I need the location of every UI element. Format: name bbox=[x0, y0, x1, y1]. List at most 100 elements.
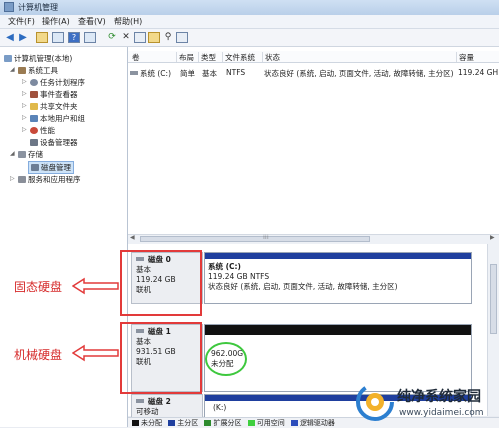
hdd-highlight-box bbox=[120, 322, 202, 394]
column-status[interactable]: 状态 bbox=[262, 52, 280, 62]
users-icon bbox=[30, 115, 38, 122]
check-disk-icon[interactable] bbox=[134, 32, 146, 43]
unallocated-band bbox=[205, 325, 471, 335]
expand-toggle[interactable]: ▷ bbox=[22, 114, 27, 121]
legend-swatch-extended bbox=[204, 420, 212, 426]
services-icon bbox=[18, 176, 26, 183]
legend-primary: 主分区 bbox=[177, 419, 199, 427]
scrollbar-thumb[interactable] bbox=[490, 264, 497, 334]
watermark-text: 纯净系统家园 bbox=[397, 389, 481, 405]
expand-toggle[interactable]: ▷ bbox=[10, 175, 15, 182]
performance-icon bbox=[30, 127, 38, 134]
column-capacity[interactable]: 容量 bbox=[456, 52, 474, 62]
storage-icon bbox=[18, 151, 26, 158]
disk-2-info[interactable]: 磁盘 2 可移动 bbox=[131, 394, 203, 418]
menu-file[interactable]: 文件(F) bbox=[8, 16, 35, 27]
properties-icon[interactable] bbox=[84, 32, 96, 43]
scroll-right-icon[interactable]: ▶ bbox=[490, 234, 495, 241]
volume-list: 卷 布局 类型 文件系统 状态 容量 系统 (C:) 简单 基本 NTFS 状态… bbox=[128, 47, 499, 242]
disk-icon bbox=[136, 399, 144, 403]
event-log-icon bbox=[30, 91, 38, 98]
tree-item-device-manager[interactable]: 设备管理器 bbox=[30, 137, 78, 148]
column-volume[interactable]: 卷 bbox=[130, 52, 140, 62]
volume-filesystem: NTFS bbox=[226, 68, 246, 77]
tree-item-performance[interactable]: 性能 bbox=[30, 125, 55, 136]
up-folder-icon[interactable] bbox=[36, 32, 48, 43]
device-manager-icon bbox=[30, 139, 38, 146]
partition-c-title: 系统 (C:) bbox=[208, 262, 241, 271]
volume-capacity: 119.24 GH bbox=[458, 68, 499, 77]
open-icon[interactable] bbox=[148, 32, 160, 43]
menu-bar: 文件(F) 操作(A) 查看(V) 帮助(H) bbox=[0, 15, 499, 29]
legend-logical: 逻辑驱动器 bbox=[299, 419, 335, 427]
watermark-url: www.yidaimei.com bbox=[399, 408, 484, 418]
expand-toggle[interactable]: ▷ bbox=[22, 102, 27, 109]
expand-toggle[interactable]: ▷ bbox=[22, 90, 27, 97]
tree-item-system-tools[interactable]: 系统工具 bbox=[18, 65, 58, 76]
delete-icon[interactable]: ✕ bbox=[120, 32, 132, 43]
refresh-icon[interactable]: ⟳ bbox=[106, 32, 118, 43]
tree-item-task-scheduler[interactable]: 任务计划程序 bbox=[30, 77, 85, 88]
disk-management-icon bbox=[31, 164, 39, 171]
back-arrow-icon[interactable]: ◀ bbox=[4, 32, 16, 43]
watermark-logo-icon bbox=[356, 383, 394, 421]
navigation-tree: 计算机管理(本地) ◢ 系统工具 ▷ 任务计划程序 ▷ 事件查看器 ▷ 共享文件… bbox=[0, 47, 128, 427]
tree-item-storage[interactable]: 存储 bbox=[18, 149, 43, 160]
column-filesystem[interactable]: 文件系统 bbox=[222, 52, 255, 62]
legend-free-space: 可用空间 bbox=[256, 419, 285, 427]
volume-list-header: 卷 布局 类型 文件系统 状态 容量 bbox=[128, 51, 499, 63]
unallocated-size: 962.00G bbox=[211, 349, 244, 358]
expand-toggle[interactable]: ◢ bbox=[10, 66, 15, 73]
tree-item-services-apps[interactable]: 服务和应用程序 bbox=[18, 174, 81, 185]
partition-c[interactable]: 系统 (C:) 119.24 GB NTFS 状态良好 (系统, 启动, 页面文… bbox=[204, 252, 472, 304]
folder-icon bbox=[30, 103, 38, 110]
computer-icon bbox=[4, 55, 12, 62]
tree-item-shared-folders[interactable]: 共享文件夹 bbox=[30, 101, 78, 112]
partition-c-status: 状态良好 (系统, 启动, 页面文件, 活动, 故障转储, 主分区) bbox=[208, 282, 398, 291]
ssd-highlight-box bbox=[120, 250, 202, 316]
tree-root[interactable]: 计算机管理(本地) bbox=[4, 53, 72, 64]
title-bar: 计算机管理 bbox=[0, 0, 499, 16]
watermark: 纯净系统家园 www.yidaimei.com bbox=[345, 380, 497, 424]
show-tree-icon[interactable] bbox=[52, 32, 64, 43]
legend-swatch-free bbox=[247, 420, 255, 426]
scrollbar-thumb[interactable] bbox=[140, 236, 370, 242]
hdd-annotation-label: 机械硬盘 bbox=[14, 348, 63, 362]
search-icon[interactable]: ⚲ bbox=[162, 32, 174, 43]
menu-view[interactable]: 查看(V) bbox=[78, 16, 106, 27]
column-type[interactable]: 类型 bbox=[198, 52, 216, 62]
computer-management-icon bbox=[4, 2, 14, 12]
help-icon[interactable]: ? bbox=[68, 32, 80, 43]
legend-swatch-logical bbox=[290, 420, 298, 426]
more-icon[interactable] bbox=[176, 32, 188, 43]
volume-name: 系统 (C:) bbox=[130, 68, 171, 79]
volume-type: 基本 bbox=[202, 69, 217, 78]
legend-swatch-unallocated bbox=[132, 420, 139, 426]
unallocated-label: 未分配 bbox=[211, 359, 234, 368]
expand-toggle[interactable]: ▷ bbox=[22, 126, 27, 133]
volume-status: 状态良好 (系统, 启动, 页面文件, 活动, 故障转储, 主分区) bbox=[264, 69, 454, 78]
legend-extended: 扩展分区 bbox=[213, 419, 242, 427]
disk-2-type: 可移动 bbox=[136, 407, 159, 416]
tree-item-disk-management[interactable]: 磁盘管理 bbox=[28, 161, 74, 174]
scroll-left-icon[interactable]: ◀ bbox=[130, 234, 135, 241]
scroll-grip-icon: ⁞⁞⁞ bbox=[263, 234, 269, 241]
ssd-annotation-label: 固态硬盘 bbox=[14, 280, 63, 294]
partition-c-size: 119.24 GB NTFS bbox=[208, 272, 270, 281]
menu-help[interactable]: 帮助(H) bbox=[114, 16, 142, 27]
forward-arrow-icon[interactable]: ▶ bbox=[17, 32, 29, 43]
menu-action[interactable]: 操作(A) bbox=[42, 16, 70, 27]
expand-toggle[interactable]: ◢ bbox=[10, 150, 15, 157]
disk-2-title: 磁盘 2 bbox=[136, 397, 202, 407]
tree-item-event-viewer[interactable]: 事件查看器 bbox=[30, 89, 78, 100]
column-layout[interactable]: 布局 bbox=[176, 52, 194, 62]
toolbar: ◀ ▶ ? ⟳ ✕ ⚲ bbox=[0, 29, 499, 47]
expand-toggle[interactable]: ▷ bbox=[22, 78, 27, 85]
clock-icon bbox=[30, 79, 38, 86]
tree-item-local-users[interactable]: 本地用户和组 bbox=[30, 113, 85, 124]
window-title: 计算机管理 bbox=[18, 3, 58, 12]
legend-swatch-primary bbox=[168, 420, 176, 426]
hdd-arrow-icon bbox=[72, 344, 119, 362]
legend-unallocated: 未分配 bbox=[141, 419, 162, 427]
unallocated-highlight-circle bbox=[205, 342, 247, 376]
